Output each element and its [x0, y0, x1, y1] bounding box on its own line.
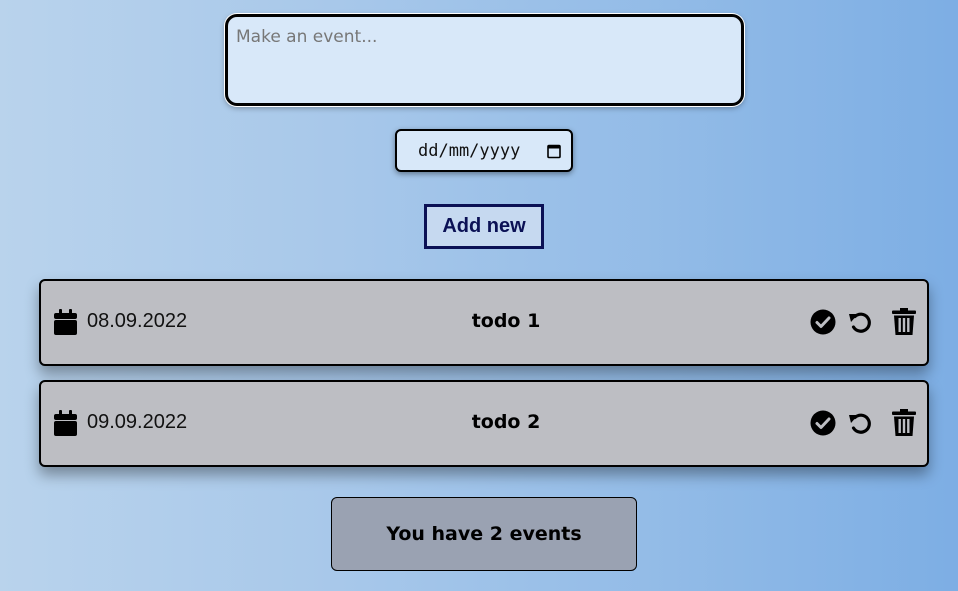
check-circle-icon[interactable]: [810, 410, 836, 436]
event-card: 08.09.2022 todo 1: [39, 279, 929, 366]
add-new-button[interactable]: Add new: [424, 204, 544, 249]
calendar-icon: [54, 309, 77, 335]
events-counter: You have 2 events: [331, 497, 637, 571]
date-field[interactable]: dd/mm/yyyy: [395, 129, 573, 172]
event-date: 09.09.2022: [87, 411, 188, 433]
event-date: 08.09.2022: [87, 310, 188, 332]
trash-icon[interactable]: [892, 308, 916, 335]
calendar-icon: [54, 410, 77, 436]
trash-icon[interactable]: [892, 409, 916, 436]
event-title: todo 1: [471, 310, 541, 332]
event-title: todo 2: [471, 411, 541, 433]
check-circle-icon[interactable]: [810, 309, 836, 335]
event-input[interactable]: [225, 14, 744, 106]
undo-icon[interactable]: [847, 309, 873, 335]
calendar-picker-icon[interactable]: [547, 143, 561, 159]
event-card: 09.09.2022 todo 2: [39, 380, 929, 467]
date-placeholder: dd/mm/yyyy: [418, 140, 521, 161]
undo-icon[interactable]: [847, 410, 873, 436]
